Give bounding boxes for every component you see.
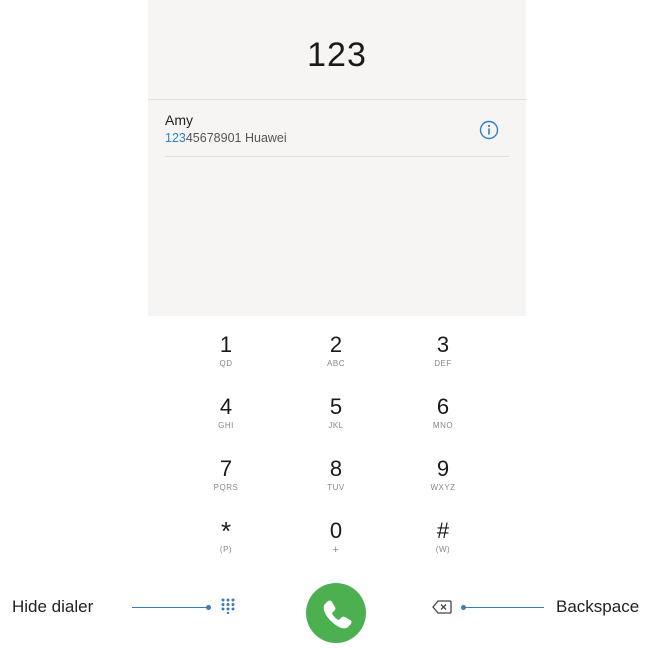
key-digit: 1 <box>219 332 233 357</box>
callout-dot <box>206 605 211 610</box>
key-letters: MNO <box>432 421 454 430</box>
key-digit: 4 <box>219 394 233 419</box>
info-icon[interactable] <box>479 120 499 140</box>
key-letters: QD <box>219 359 233 368</box>
key-letters: PQRS <box>213 483 239 492</box>
key-letters: (P) <box>219 545 233 554</box>
key-digit: 3 <box>436 332 450 357</box>
contact-number: 12345678901 Huawei <box>165 131 287 145</box>
contact-carrier: Huawei <box>244 131 287 145</box>
key-digit: * <box>220 516 232 546</box>
key-digit: 6 <box>436 394 450 419</box>
key-1[interactable]: 1 QD <box>191 333 261 379</box>
key-letters: DEF <box>434 359 452 368</box>
key-8[interactable]: 8 TUV <box>301 457 371 503</box>
key-9[interactable]: 9 WXYZ <box>408 457 478 503</box>
key-5[interactable]: 5 JKL <box>301 395 371 441</box>
key-letters: TUV <box>327 483 345 492</box>
key-digit: 0 <box>329 518 343 543</box>
key-digit: 7 <box>219 456 233 481</box>
key-2[interactable]: 2 ABC <box>301 333 371 379</box>
search-results-panel: 123 Amy 12345678901 Huawei <box>148 0 526 316</box>
key-digit: # <box>436 518 450 543</box>
callout-line <box>132 607 208 608</box>
key-7[interactable]: 7 PQRS <box>191 457 261 503</box>
number-rest: 45678901 <box>185 131 242 145</box>
contact-result[interactable]: Amy 12345678901 Huawei <box>165 112 509 156</box>
hide-dialer-callout: Hide dialer <box>12 597 94 616</box>
callout-line <box>464 607 544 608</box>
key-letters: JKL <box>328 421 344 430</box>
backspace-callout: Backspace <box>556 597 640 616</box>
divider <box>148 99 526 100</box>
key-digit: 5 <box>329 394 343 419</box>
dialpad-icon[interactable] <box>220 598 236 614</box>
key-letters: (W) <box>435 545 451 554</box>
key-hash[interactable]: # (W) <box>408 519 478 565</box>
backspace-icon[interactable] <box>432 600 452 614</box>
dialed-number[interactable]: 123 <box>148 36 526 75</box>
key-6[interactable]: 6 MNO <box>408 395 478 441</box>
call-button[interactable] <box>306 583 366 643</box>
divider <box>165 156 509 157</box>
phone-icon <box>323 600 352 629</box>
contact-name: Amy <box>165 112 193 128</box>
key-0[interactable]: 0 + <box>301 519 371 565</box>
key-letters: ABC <box>327 359 345 368</box>
key-digit: 2 <box>329 332 343 357</box>
key-letters: GHI <box>218 421 234 430</box>
number-match: 123 <box>165 131 186 145</box>
key-letters: WXYZ <box>430 483 456 492</box>
key-4[interactable]: 4 GHI <box>191 395 261 441</box>
key-letters: + <box>332 544 340 556</box>
key-digit: 8 <box>329 456 343 481</box>
key-star[interactable]: * (P) <box>191 516 261 565</box>
key-digit: 9 <box>436 456 450 481</box>
key-3[interactable]: 3 DEF <box>408 333 478 379</box>
